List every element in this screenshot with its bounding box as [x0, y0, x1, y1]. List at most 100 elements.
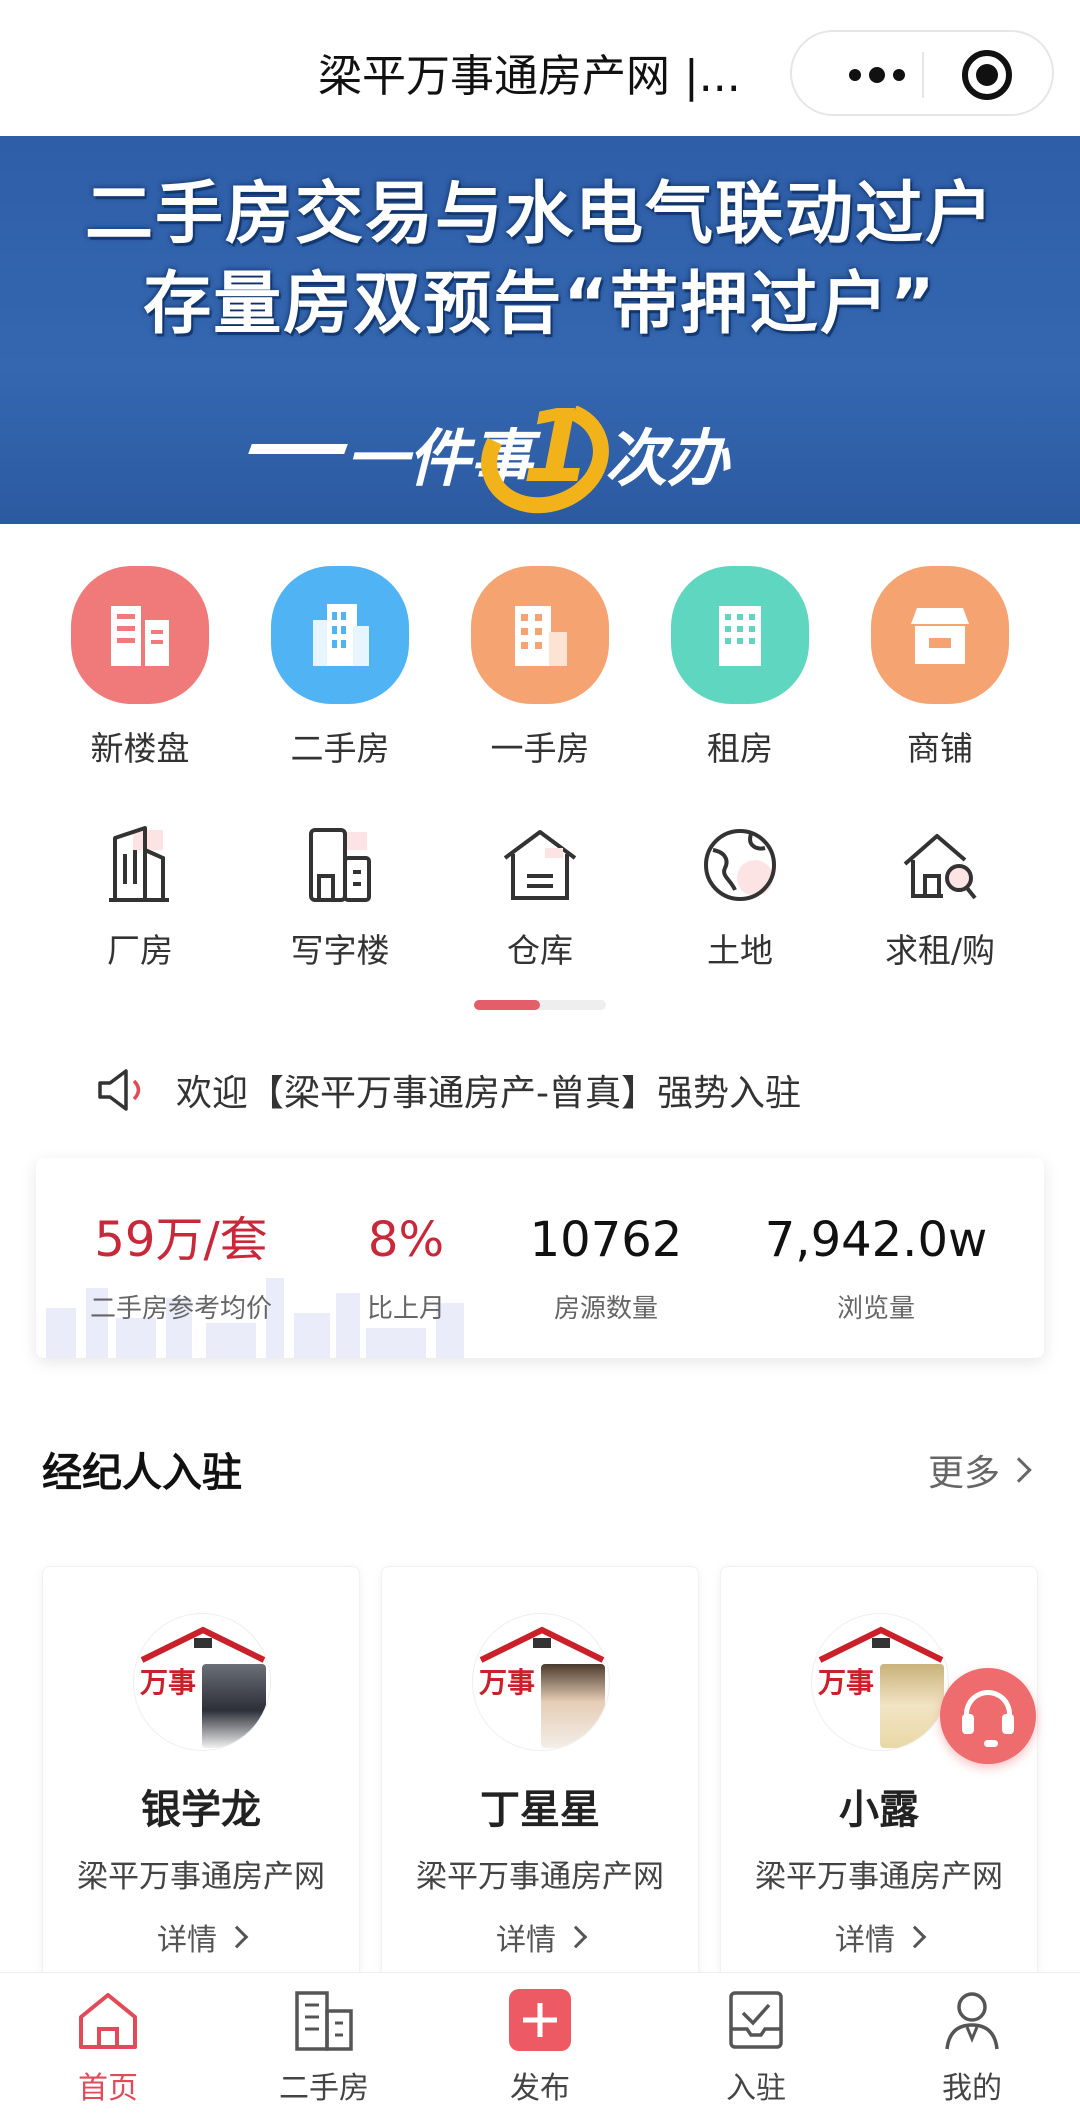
- stat-value: 7,942.0w: [764, 1212, 988, 1268]
- tab-mine[interactable]: 我的: [902, 1987, 1042, 2107]
- category-land[interactable]: 土地: [640, 820, 840, 972]
- category-rental[interactable]: 租房: [640, 566, 840, 770]
- close-target-icon[interactable]: [962, 50, 1012, 100]
- agent-name: 小露: [839, 1787, 919, 1833]
- stat-caption: 比上月: [366, 1294, 445, 1324]
- more-options-icon[interactable]: [834, 32, 920, 118]
- headset-mic: [984, 1740, 998, 1747]
- roof-logo: [479, 1626, 605, 1663]
- slogan-dash: [248, 444, 348, 454]
- agent-org: 梁平万事通房产网: [755, 1859, 1003, 1895]
- category-page-indicator: [474, 1000, 606, 1010]
- agent-photo: [880, 1664, 944, 1748]
- logo-text: 万事: [140, 1666, 197, 1699]
- roof-logo: [818, 1626, 944, 1663]
- slogan-right-text: 次办: [605, 422, 730, 495]
- category-label: 厂房: [107, 931, 173, 970]
- stat-caption: 二手房参考均价: [89, 1294, 272, 1324]
- warehouse-icon: [495, 820, 585, 910]
- stat-caption: 房源数量: [553, 1294, 658, 1324]
- page-indicator-active: [474, 1000, 540, 1010]
- factory-icon: [95, 820, 185, 910]
- tab-label: 二手房: [279, 2071, 369, 2106]
- agent-name: 银学龙: [141, 1787, 261, 1833]
- chevron-right-icon: [1006, 1457, 1032, 1483]
- mini-program-header: 梁平万事通房产网 |...: [0, 0, 1080, 136]
- agent-detail-link[interactable]: 详情: [382, 1915, 698, 1959]
- detail-label: 详情: [835, 1923, 895, 1958]
- category-new-homes[interactable]: 新楼盘: [40, 566, 240, 770]
- stat-value: 10762: [529, 1212, 683, 1268]
- category-label: 一手房: [490, 729, 590, 768]
- category-warehouse[interactable]: 仓库: [440, 820, 640, 972]
- category-label: 土地: [707, 931, 773, 970]
- plus-icon: [507, 1987, 573, 2053]
- page-title: 梁平万事通房产网 |...: [318, 51, 741, 102]
- category-seek-rent-buy[interactable]: 求租/购: [840, 820, 1040, 972]
- agent-photo: [541, 1664, 605, 1748]
- logo-text: 万事: [818, 1666, 875, 1699]
- logo-text: 万事: [479, 1666, 536, 1699]
- stat-month-change: 8% 比上月: [326, 1216, 486, 1325]
- office-tower-icon: [271, 566, 409, 704]
- home-icon: [75, 1987, 141, 2053]
- tab-label: 入驻: [726, 2071, 786, 2106]
- tab-label: 发布: [510, 2071, 570, 2106]
- announcement-bar[interactable]: 欢迎【梁平万事通房产-曾真】强势入驻: [96, 1060, 801, 1120]
- category-factory[interactable]: 厂房: [40, 820, 240, 972]
- bottom-tab-bar: 首页 二手房 发布 入驻 我的: [0, 1972, 1080, 2121]
- category-office[interactable]: 写字楼: [240, 820, 440, 972]
- avatar: 万事: [811, 1613, 949, 1751]
- agent-card[interactable]: 万事 银学龙 梁平万事通房产网 详情: [42, 1566, 360, 1996]
- avatar: 万事: [133, 1613, 271, 1751]
- house-search-icon: [895, 820, 985, 910]
- category-label: 求租/购: [884, 931, 996, 970]
- capsule-divider: [922, 52, 924, 98]
- detail-label: 详情: [496, 1923, 556, 1958]
- office-building-icon: [295, 820, 385, 910]
- stat-avg-price: 59万/套 二手房参考均价: [66, 1216, 296, 1325]
- category-shops[interactable]: 商铺: [840, 566, 1040, 770]
- headset-ear-right: [1002, 1714, 1014, 1734]
- announcement-text: 欢迎【梁平万事通房产-曾真】强势入驻: [176, 1073, 801, 1114]
- shop-icon: [871, 566, 1009, 704]
- slogan-one: 1: [522, 388, 592, 505]
- market-stats-card: 59万/套 二手房参考均价 8% 比上月 10762 房源数量 7,942.0w…: [36, 1158, 1044, 1358]
- detail-label: 详情: [157, 1923, 217, 1958]
- category-second-hand[interactable]: 二手房: [240, 566, 440, 770]
- agent-name: 丁星星: [480, 1787, 600, 1833]
- agents-more-link[interactable]: 更多: [928, 1444, 1032, 1496]
- category-label: 写字楼: [290, 931, 390, 970]
- inbox-check-icon: [723, 1987, 789, 2053]
- roof-logo: [140, 1626, 266, 1663]
- category-first-hand[interactable]: 一手房: [440, 566, 640, 770]
- apartment-icon: [471, 566, 609, 704]
- tab-second-hand[interactable]: 二手房: [254, 1987, 394, 2107]
- building-icon: [71, 566, 209, 704]
- agent-card[interactable]: 万事 丁星星 梁平万事通房产网 详情: [381, 1566, 699, 1996]
- tab-join[interactable]: 入驻: [686, 1987, 826, 2107]
- category-label: 租房: [707, 729, 773, 768]
- category-label: 商铺: [907, 729, 973, 768]
- speaker-icon: [96, 1065, 152, 1115]
- stat-value: 59万/套: [94, 1212, 268, 1268]
- stat-caption: 浏览量: [836, 1294, 915, 1324]
- tab-home[interactable]: 首页: [38, 1987, 178, 2107]
- agent-photo: [202, 1664, 266, 1748]
- category-label: 新楼盘: [90, 729, 190, 768]
- banner-slogan: 一件事 1 次办: [248, 383, 830, 524]
- agent-card[interactable]: 万事 小露 梁平万事通房产网 详情: [720, 1566, 1038, 1996]
- agent-detail-link[interactable]: 详情: [43, 1915, 359, 1959]
- banner-subheadline: 存量房双预告“带押过户”: [143, 265, 937, 344]
- headset-ear-left: [962, 1714, 974, 1734]
- chevron-right-icon: [903, 1925, 927, 1949]
- agent-detail-link[interactable]: 详情: [721, 1915, 1037, 1959]
- tab-publish[interactable]: 发布: [470, 1987, 610, 2107]
- agents-section-title: 经纪人入驻: [42, 1450, 242, 1496]
- customer-service-button[interactable]: [940, 1668, 1036, 1764]
- agent-org: 梁平万事通房产网: [77, 1859, 325, 1895]
- banner-headline: 二手房交易与水电气联动过户: [84, 175, 995, 254]
- agent-org: 梁平万事通房产网: [416, 1859, 664, 1895]
- promo-banner[interactable]: 二手房交易与水电气联动过户 存量房双预告“带押过户” 一件事 1 次办: [0, 136, 1080, 524]
- block-building-icon: [671, 566, 809, 704]
